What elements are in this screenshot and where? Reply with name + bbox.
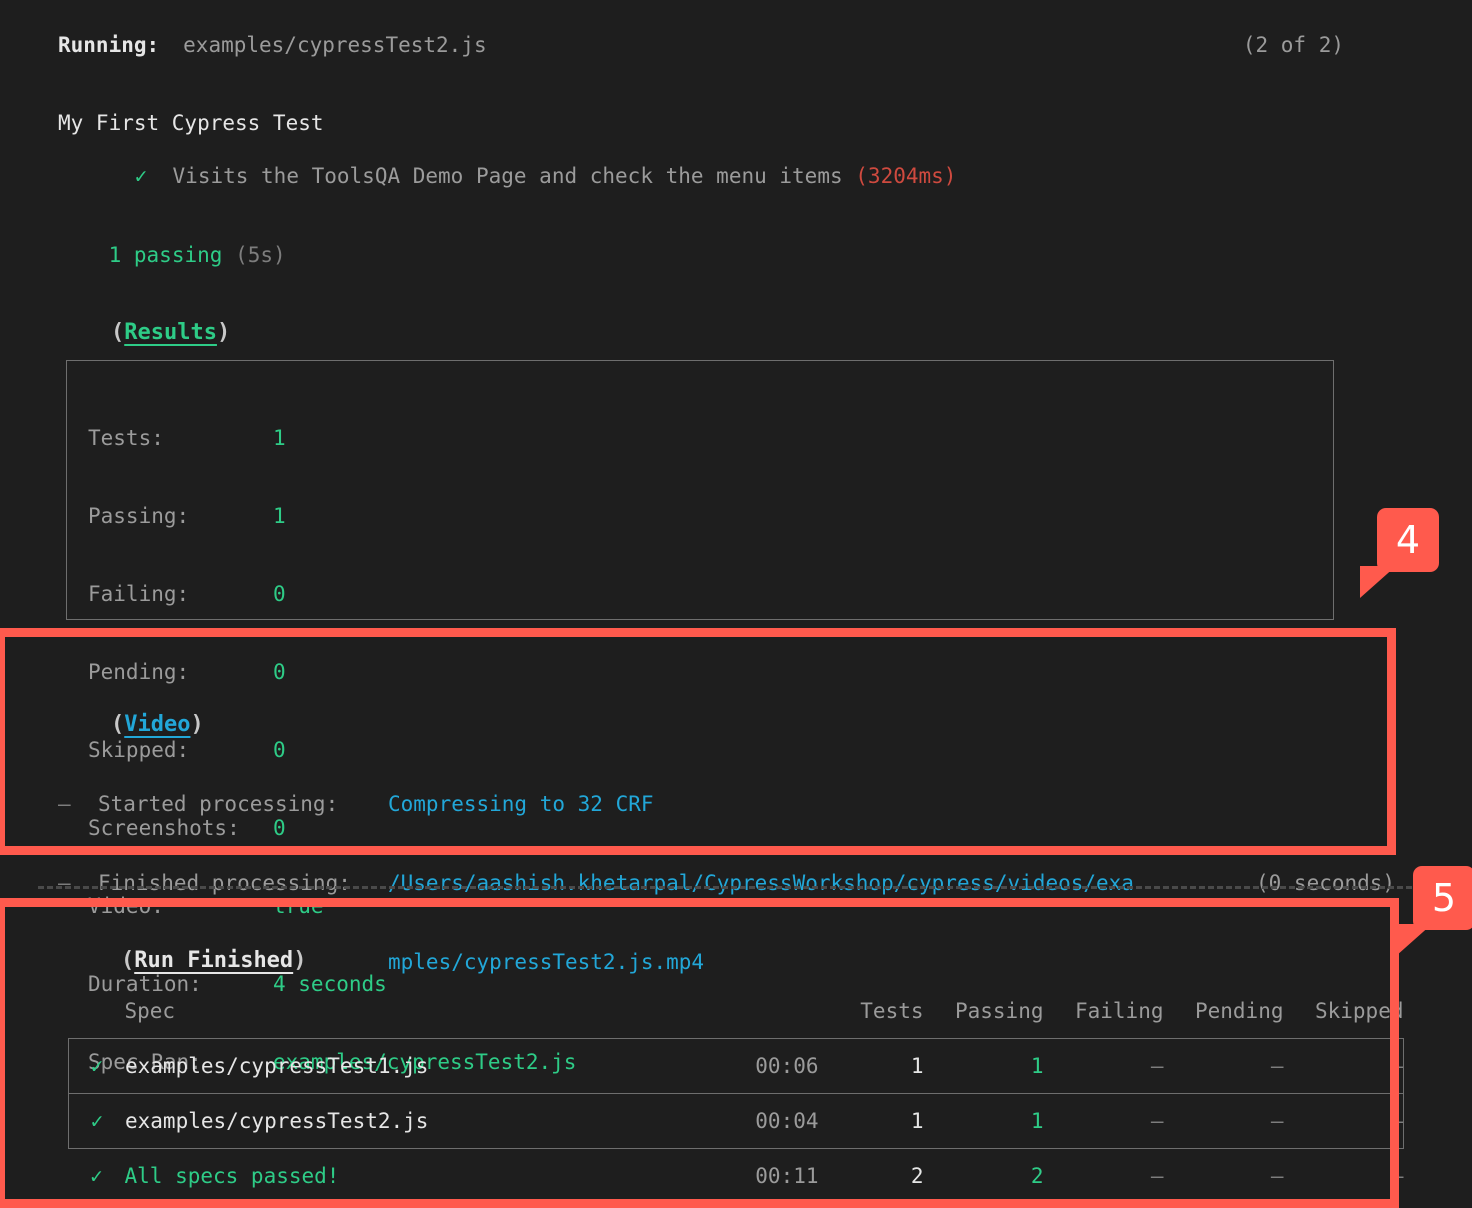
cell-skipped: –: [1390, 1164, 1404, 1188]
cell-skipped: –: [1283, 1038, 1404, 1094]
test-duration: (3204ms): [855, 164, 957, 188]
cell-tests: 2: [910, 1164, 924, 1188]
passing-summary-line: 1 passing (5s): [58, 216, 286, 294]
cell-time: 00:11: [755, 1164, 819, 1188]
video-finished-time: (0 seconds): [1256, 871, 1396, 895]
results-heading-open: (: [110, 320, 125, 345]
results-value: 0: [273, 582, 286, 606]
results-row-passing: Passing: 1: [88, 503, 576, 529]
results-key: Failing:: [88, 582, 190, 606]
running-label: Running:: [58, 33, 160, 57]
test-result-line: ✓ Visits the ToolsQA Demo Page and check…: [84, 137, 957, 215]
video-started-label: Started processing:: [98, 792, 339, 816]
terminal-window: Running: examples/cypressTest2.js (2 of …: [0, 0, 1472, 1208]
results-row-tests: Tests: 1: [88, 425, 576, 451]
results-key: Pending:: [88, 660, 190, 684]
cell-passing: 1: [923, 1038, 1044, 1094]
cell-failing: –: [1150, 1164, 1164, 1188]
video-finished-path: /Users/aashish.khetarpal/CypressWorkshop…: [388, 871, 1134, 895]
suite-title: My First Cypress Test: [58, 111, 324, 135]
bullet-dash-icon: –: [58, 792, 71, 816]
results-heading-word: Results: [124, 320, 217, 345]
cell-tests: 1: [818, 1093, 924, 1149]
all-specs-passed-label: All specs passed!: [124, 1164, 340, 1188]
check-icon: ✓: [90, 1054, 104, 1078]
table-total-row: ✓ All specs passed! 00:11 2 2 – – –: [69, 1149, 1404, 1204]
spec-summary-table: Spec Tests Passing Failing Pending Skipp…: [68, 998, 1404, 1203]
passing-label: passing: [133, 243, 223, 267]
run-finished-heading: (Run Finished): [68, 922, 306, 1000]
column-header-spec: Spec: [124, 999, 176, 1023]
run-finished-heading-close: ): [293, 948, 307, 973]
cell-time: 00:04: [668, 1093, 819, 1149]
table-row: ✓ examples/cypressTest2.js 00:04 1 1 – – …: [68, 1093, 1404, 1149]
video-finished-row: – Finished processing: /Users/aashish.khet…: [58, 870, 1472, 897]
video-started-row: – Started processing: Compressing to 32 CR…: [58, 791, 1472, 818]
video-started-value: Compressing to 32 CRF: [388, 792, 654, 816]
column-header-blank: [669, 998, 819, 1039]
table-row: ✓ examples/cypressTest1.js 00:06 1 1 – – …: [68, 1038, 1404, 1094]
run-finished-heading-word: Run Finished: [134, 948, 294, 973]
column-header-pending: Pending: [1194, 999, 1284, 1023]
video-heading-word: Video: [124, 712, 191, 737]
cell-spec: ✓ examples/cypressTest1.js: [68, 1038, 669, 1094]
results-key: Tests:: [88, 426, 164, 450]
cell-pending: –: [1163, 1038, 1284, 1094]
results-row-failing: Failing: 0: [88, 581, 576, 607]
cell-pending: –: [1163, 1093, 1284, 1149]
annotation-badge-4: 4: [1360, 508, 1439, 598]
column-header-failing: Failing: [1074, 999, 1164, 1023]
spec-progress-counter: (2 of 2): [1242, 33, 1344, 57]
results-heading-close: ): [216, 320, 231, 345]
cell-skipped: –: [1283, 1093, 1404, 1149]
table-header-row: Spec Tests Passing Failing Pending Skipp…: [69, 998, 1404, 1039]
passing-duration: (5s): [235, 243, 286, 267]
cell-spec: ✓ examples/cypressTest2.js: [68, 1093, 669, 1149]
cell-tests: 1: [818, 1038, 924, 1094]
video-finished-path-wrap: mples/cypressTest2.js.mp4: [388, 950, 705, 974]
results-value: 1: [273, 504, 286, 528]
cell-failing: –: [1043, 1038, 1164, 1094]
column-header-tests: Tests: [860, 999, 924, 1023]
running-header: Running: examples/cypressTest2.js (2 of …: [58, 32, 1344, 58]
running-spec-path: examples/cypressTest2.js: [183, 33, 487, 57]
check-icon: ✓: [90, 1164, 103, 1188]
passing-count: 1: [108, 243, 122, 267]
results-key: Passing:: [88, 504, 190, 528]
column-header-passing: Passing: [954, 999, 1044, 1023]
video-finished-label: Finished processing:: [98, 871, 351, 895]
results-value: 1: [273, 426, 286, 450]
cell-pending: –: [1270, 1164, 1284, 1188]
test-description: Visits the ToolsQA Demo Page and check t…: [172, 164, 843, 188]
check-icon: ✓: [134, 164, 148, 188]
video-heading-close: ): [190, 712, 204, 737]
cell-spec: ✓ All specs passed!: [69, 1149, 669, 1204]
check-icon: ✓: [90, 1109, 104, 1133]
video-heading-open: (: [110, 712, 125, 737]
results-row-pending: Pending: 0: [88, 659, 576, 685]
spec-name: examples/cypressTest2.js: [125, 1109, 429, 1133]
cell-time: 00:06: [668, 1038, 819, 1094]
bullet-dash-icon: –: [58, 871, 71, 895]
section-divider: [38, 886, 1448, 889]
cell-passing: 1: [923, 1093, 1044, 1149]
column-header-skipped: Skipped: [1314, 999, 1404, 1023]
cell-passing: 2: [1030, 1164, 1044, 1188]
annotation-badge-5: 5: [1396, 866, 1472, 956]
cell-failing: –: [1043, 1093, 1164, 1149]
spec-name: examples/cypressTest1.js: [125, 1054, 429, 1078]
results-value: 0: [273, 660, 286, 684]
run-finished-heading-open: (: [120, 948, 135, 973]
